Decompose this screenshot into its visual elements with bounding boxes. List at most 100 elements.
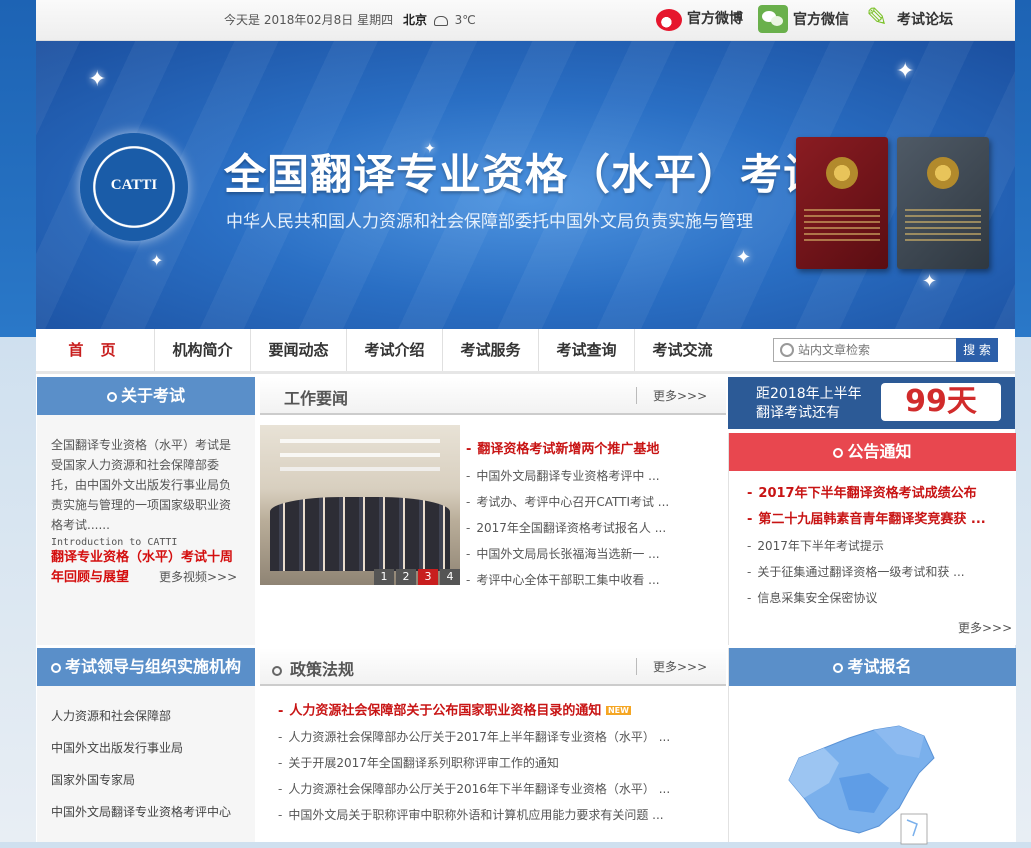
policy-more[interactable]: 更多>>> xyxy=(636,658,707,675)
national-emblem-icon xyxy=(826,157,858,189)
list-item[interactable]: - 第二十九届韩素音青年翻译奖竞赛获 ... xyxy=(747,507,1007,533)
weibo-icon xyxy=(656,9,682,31)
countdown-days: 99天 xyxy=(881,383,1001,421)
nav-exam-exchange[interactable]: 考试交流 xyxy=(635,329,730,371)
register-title: 考试报名 xyxy=(847,657,912,676)
list-item[interactable]: - 考试办、考评中心召开CATTI考试 ... xyxy=(466,489,676,515)
star-icon: ✦ xyxy=(150,251,164,270)
org-item[interactable]: 人力资源和社会保障部 xyxy=(51,700,241,732)
pager-4[interactable]: 4 xyxy=(440,569,460,585)
weibo-link[interactable]: 官方微博 xyxy=(656,5,743,31)
top-bar: 今天是 2018年02月8日 星期四 北京 3℃ 官方微博 官方微信 ✎ 考试论… xyxy=(36,0,1015,41)
catti-logo: CATTI xyxy=(80,133,188,241)
news-photo-slideshow[interactable]: 1 2 3 4 xyxy=(260,425,460,585)
circle-icon xyxy=(50,662,61,673)
exam-countdown: 距2018年上半年 翻译考试还有 99天 xyxy=(728,377,1015,429)
site-title: 全国翻译专业资格（水平）考试 xyxy=(224,150,827,199)
list-item[interactable]: - 中国外文局翻译专业资格考评中 ... xyxy=(466,463,676,489)
list-item-text: 2017年下半年翻译资格考试成绩公布 xyxy=(758,486,977,501)
list-item-text: 人力资源社会保障部办公厅关于2016年下半年翻译专业资格（水平） ... xyxy=(288,782,671,796)
notice-header: 公告通知 xyxy=(729,433,1016,471)
work-news-header: 工作要闻 更多>>> xyxy=(260,377,726,415)
nav-exam-intro[interactable]: 考试介绍 xyxy=(347,329,443,371)
circle-icon xyxy=(106,391,117,402)
work-news-more[interactable]: 更多>>> xyxy=(636,387,707,404)
city: 北京 xyxy=(402,13,427,27)
list-item[interactable]: -2017年下半年考试提示 xyxy=(747,533,1007,559)
weekday: 星期四 xyxy=(357,13,394,27)
search-input[interactable] xyxy=(798,343,948,357)
pager-1[interactable]: 1 xyxy=(374,569,394,585)
list-item[interactable]: - 中国外文局局长张福海当选新一 ... xyxy=(466,541,676,567)
nav-exam-service[interactable]: 考试服务 xyxy=(443,329,539,371)
list-item[interactable]: - 信息采集安全保密协议 xyxy=(747,585,1007,611)
circle-icon xyxy=(833,662,844,673)
site-search: 搜 索 xyxy=(773,338,998,362)
wechat-label: 官方微信 xyxy=(793,12,849,28)
policy-title: 政策法规 xyxy=(290,660,355,679)
pager-3[interactable]: 3 xyxy=(418,569,438,585)
forum-label: 考试论坛 xyxy=(897,12,953,28)
wechat-icon xyxy=(758,5,788,33)
notice-title: 公告通知 xyxy=(847,442,912,461)
list-item[interactable]: - 人力资源社会保障部办公厅关于2016年下半年翻译专业资格（水平） ... xyxy=(278,776,688,802)
list-item[interactable]: - 翻译资格考试新增两个推广基地 xyxy=(466,437,676,463)
certificate-text xyxy=(804,209,880,245)
notice-list: -2017年下半年翻译资格考试成绩公布 - 第二十九届韩素音青年翻译奖竞赛获 ..… xyxy=(747,481,1007,611)
search-icon xyxy=(780,343,794,357)
about-header: 关于考试 xyxy=(37,377,255,415)
list-item[interactable]: - 关于开展2017年全国翻译系列职称评审工作的通知 xyxy=(278,750,688,776)
list-item[interactable]: - 考评中心全体干部职工集中收看 ... xyxy=(466,567,676,593)
list-item-text: 考评中心全体干部职工集中收看 ... xyxy=(476,573,660,587)
date-prefix: 今天是 xyxy=(224,13,261,27)
star-icon: ✦ xyxy=(922,271,938,292)
policy-list: - 人力资源社会保障部关于公布国家职业资格目录的通知 NEW - 人力资源社会保障部… xyxy=(278,698,688,828)
page-container: 今天是 2018年02月8日 星期四 北京 3℃ 官方微博 官方微信 ✎ 考试论… xyxy=(36,0,1016,845)
new-badge: NEW xyxy=(605,706,631,715)
nav-news[interactable]: 要闻动态 xyxy=(251,329,347,371)
list-item-text: 关于征集通过翻译资格一级考试和获 ... xyxy=(757,565,965,579)
list-item[interactable]: -2017年下半年翻译资格考试成绩公布 xyxy=(747,481,1007,507)
org-item[interactable]: 中国外文出版发行事业局 xyxy=(51,732,241,764)
circle-icon xyxy=(272,665,282,676)
site-subtitle: 中华人民共和国人力资源和社会保障部委托中国外文局负责实施与管理 xyxy=(226,212,753,232)
org-header: 考试领导与组织实施机构 xyxy=(37,648,255,686)
certificate-image-red xyxy=(796,137,888,269)
video-row: 翻译专业资格（水平）考试十周年回顾与展望 更多视频>>> xyxy=(37,548,255,588)
photo-ceiling-lights xyxy=(280,439,440,443)
org-item[interactable]: 国家外国专家局 xyxy=(51,764,241,796)
list-item[interactable]: - 人力资源社会保障部办公厅关于2017年上半年翻译专业资格（水平） ... xyxy=(278,724,688,750)
national-emblem-icon xyxy=(927,157,959,189)
nav-exam-query[interactable]: 考试查询 xyxy=(539,329,635,371)
policy-title-wrap: 政策法规 xyxy=(272,656,354,680)
list-item[interactable]: - 关于征集通过翻译资格一级考试和获 ... xyxy=(747,559,1007,585)
forum-link[interactable]: ✎ 考试论坛 xyxy=(862,5,953,33)
countdown-line1: 距2018年上半年 xyxy=(756,386,862,402)
list-item[interactable]: - 人力资源社会保障部关于公布国家职业资格目录的通知 NEW xyxy=(278,698,688,724)
work-news-title: 工作要闻 xyxy=(284,389,349,408)
star-icon: ✦ xyxy=(896,59,915,84)
list-item-text: 中国外文局局长张福海当选新一 ... xyxy=(476,547,660,561)
list-item-text: 翻译资格考试新增两个推广基地 xyxy=(477,442,660,457)
search-box xyxy=(773,338,956,362)
nav-about[interactable]: 机构简介 xyxy=(155,329,251,371)
pager-2[interactable]: 2 xyxy=(396,569,416,585)
wechat-link[interactable]: 官方微信 xyxy=(758,5,849,33)
list-item[interactable]: - 中国外文局关于职称评审中职称外语和计算机应用能力要求有关问题 ... xyxy=(278,802,688,828)
search-button[interactable]: 搜 索 xyxy=(956,338,998,362)
register-panel: 考试报名 xyxy=(728,648,1016,845)
star-icon: ✦ xyxy=(736,247,752,268)
org-item[interactable]: 中国外文局翻译专业资格考评中心 xyxy=(51,796,241,828)
photo-group xyxy=(270,497,450,571)
more-video-link[interactable]: 更多视频>>> xyxy=(159,568,237,585)
list-item-text: 中国外文局关于职称评审中职称外语和计算机应用能力要求有关问题 ... xyxy=(288,808,664,822)
list-item[interactable]: -2017年全国翻译资格考试报名人 ... xyxy=(466,515,676,541)
nav-home[interactable]: 首 页 xyxy=(36,329,155,371)
logo-text: CATTI xyxy=(110,177,158,193)
china-map[interactable] xyxy=(779,718,941,848)
about-panel: 关于考试 全国翻译专业资格（水平）考试是受国家人力资源和社会保障部委托，由中国外… xyxy=(37,377,255,645)
register-header: 考试报名 xyxy=(729,648,1016,686)
notice-more[interactable]: 更多>>> xyxy=(958,619,1012,636)
list-item-text: 人力资源社会保障部办公厅关于2017年上半年翻译专业资格（水平） ... xyxy=(288,730,671,744)
page-background-left xyxy=(0,0,36,842)
